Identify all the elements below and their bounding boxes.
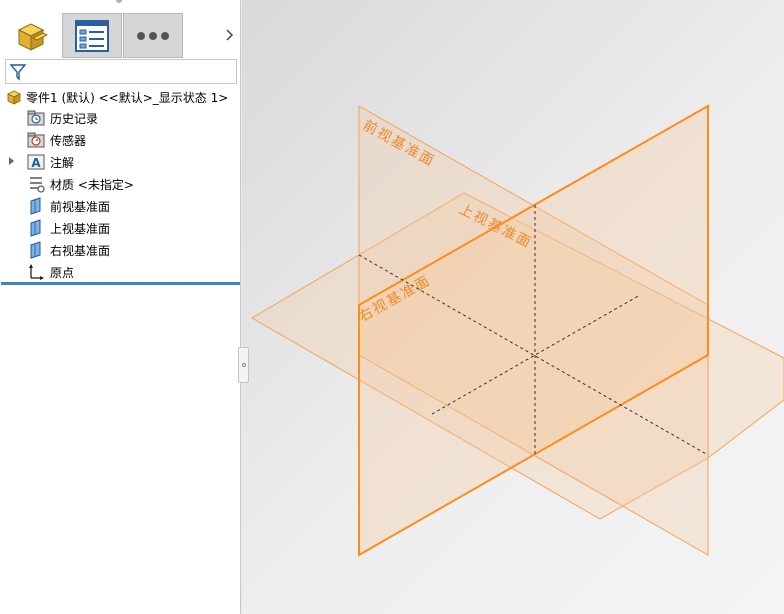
filter-input[interactable] <box>28 62 232 82</box>
caret-right-icon <box>9 157 14 165</box>
tab-scroll-right-button[interactable] <box>222 24 238 46</box>
tree-item-material[interactable]: 材质 <未指定> <box>26 173 134 195</box>
sensor-icon <box>26 130 46 150</box>
ellipsis-icon <box>137 31 169 40</box>
plane-icon <box>26 240 46 260</box>
tree-item-sensors[interactable]: 传感器 <box>26 129 86 151</box>
plane-icon <box>26 196 46 216</box>
part-icon <box>17 22 49 51</box>
tree-item-origin[interactable]: 原点 <box>26 261 74 283</box>
tree-item-label: 注解 <box>50 155 75 170</box>
graphics-area[interactable]: 前视基准面 上视基准面 右视基准面 <box>242 0 784 614</box>
part-icon <box>4 87 24 107</box>
tab-more[interactable] <box>123 13 183 58</box>
filter-box <box>5 59 237 84</box>
tab-feature-manager[interactable] <box>1 13 61 58</box>
tree-item-front-plane[interactable]: 前视基准面 <box>26 195 110 217</box>
filter-icon[interactable] <box>9 63 27 81</box>
chevron-right-icon <box>226 29 234 41</box>
panel-resize-grip[interactable] <box>116 0 122 3</box>
tree-item-annotations[interactable]: A 注解 <box>26 151 74 173</box>
origin-icon <box>26 262 46 282</box>
svg-text:A: A <box>31 156 41 170</box>
tree-item-label: 右视基准面 <box>50 243 111 258</box>
tree-item-label: 原点 <box>50 265 75 280</box>
tree-item-label: 传感器 <box>50 133 87 148</box>
feature-manager-panel: 零件1 (默认) <<默认>_显示状态 1> 历史记录 传感器 A 注解 材质 … <box>0 0 241 614</box>
panel-splitter-handle[interactable] <box>238 347 249 383</box>
tree-item-label: 材质 <未指定> <box>50 177 134 192</box>
tree-item-history[interactable]: 历史记录 <box>26 107 98 129</box>
history-icon <box>26 108 46 128</box>
expand-arrow-annotations[interactable] <box>8 155 18 167</box>
material-icon <box>26 174 46 194</box>
tree-root-label: 零件1 (默认) <<默认>_显示状态 1> <box>26 90 229 105</box>
reference-planes: 前视基准面 上视基准面 右视基准面 <box>251 104 784 557</box>
property-list-icon <box>75 19 109 52</box>
grip-dot-icon <box>242 363 246 367</box>
tree-item-label: 上视基准面 <box>50 221 111 236</box>
plane-icon <box>26 218 46 238</box>
tab-property-manager[interactable] <box>62 13 122 58</box>
annotation-icon: A <box>26 152 46 172</box>
tree-root-part[interactable]: 零件1 (默认) <<默认>_显示状态 1> <box>4 86 228 108</box>
rollback-bar[interactable] <box>1 282 240 285</box>
tree-item-label: 前视基准面 <box>50 199 111 214</box>
tree-item-label: 历史记录 <box>50 111 99 126</box>
tree-item-top-plane[interactable]: 上视基准面 <box>26 217 110 239</box>
tree-item-right-plane[interactable]: 右视基准面 <box>26 239 110 261</box>
